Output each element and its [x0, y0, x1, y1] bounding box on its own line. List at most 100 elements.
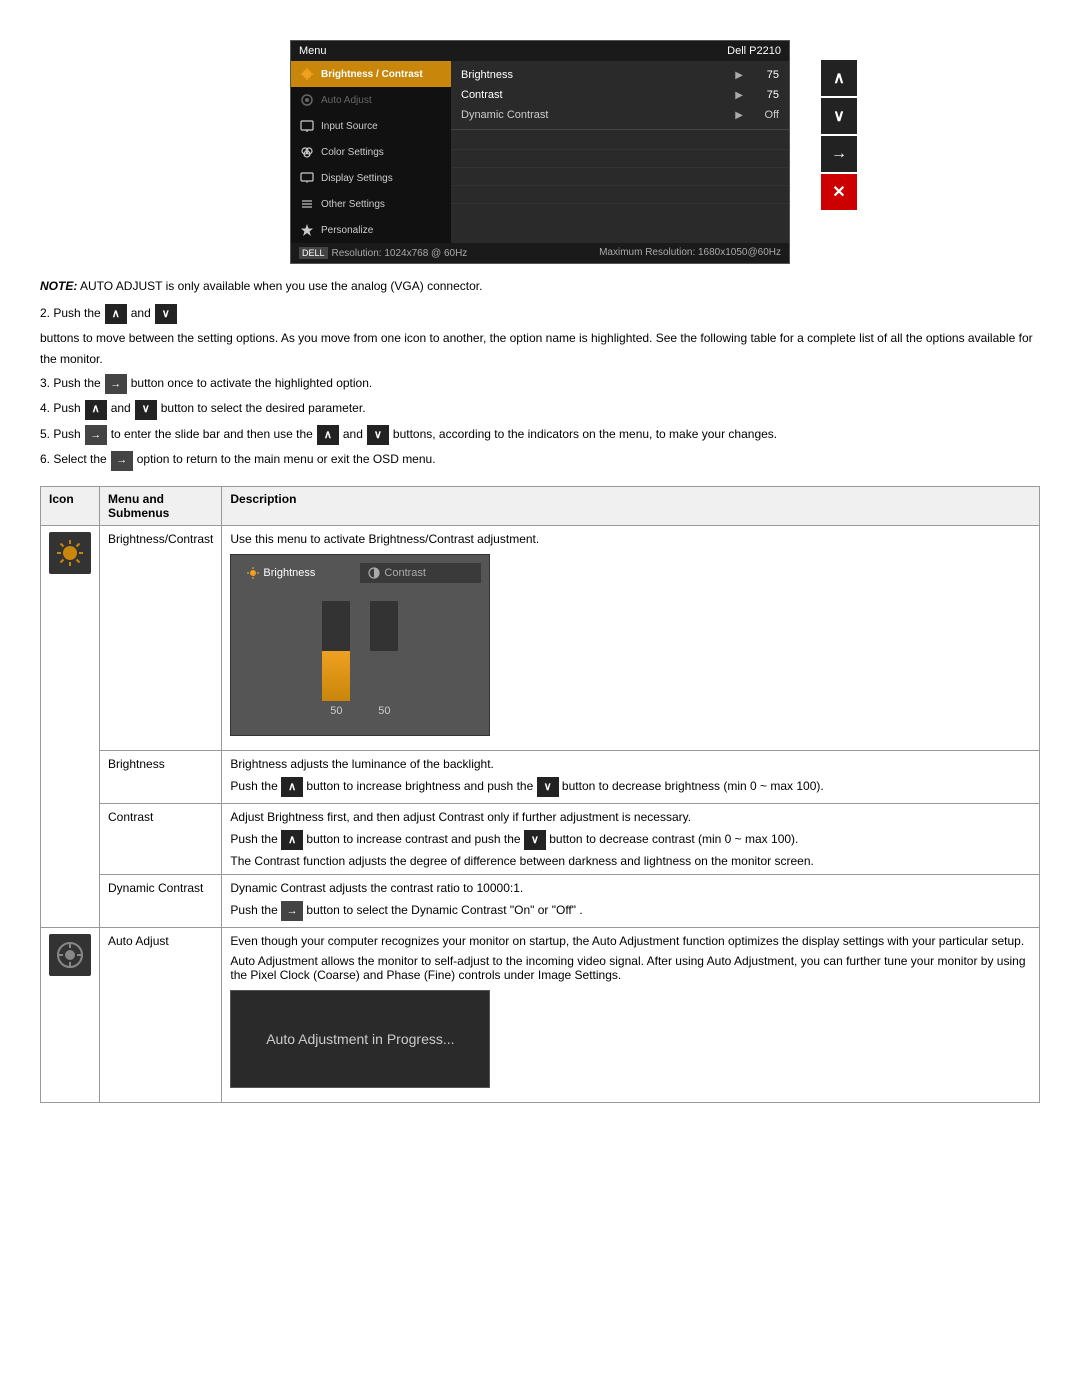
osd-menu-brightness-contrast[interactable]: Brightness / Contrast: [291, 61, 451, 87]
table-submenu-brightness-contrast: Brightness/Contrast: [100, 525, 222, 750]
contrast-slider-val: 50: [378, 705, 390, 717]
enter-button-inline-5: →: [85, 425, 107, 445]
nav-enter-button[interactable]: →: [821, 136, 857, 172]
osd-menu-input-source[interactable]: Input Source: [291, 113, 451, 139]
osd-footer-brand: DELL Resolution: 1024x768 @ 60Hz: [299, 247, 467, 259]
osd-sub-contrast[interactable]: Contrast ▶ 75: [451, 85, 789, 105]
other-settings-icon: [299, 196, 315, 212]
brightness-tab-icon: [247, 567, 259, 579]
osd-footer-right: Maximum Resolution: 1680x1050@60Hz: [599, 247, 781, 259]
table-submenu-contrast: Contrast: [100, 803, 222, 874]
osd-menu-display-settings[interactable]: Display Settings: [291, 165, 451, 191]
bc-tab-brightness-label: Brightness: [263, 567, 315, 579]
table-desc-brightness-contrast: Use this menu to activate Brightness/Con…: [222, 525, 1040, 750]
osd-menu-color-settings[interactable]: Color Settings: [291, 139, 451, 165]
osd-menu-item-label: Display Settings: [321, 173, 393, 184]
down-button-inline-4: ∨: [135, 400, 157, 420]
osd-menu-item-label: Color Settings: [321, 147, 384, 158]
osd-menu-item-label: Personalize: [321, 225, 373, 236]
instruction-2: 2. Push the ∧ and ∨ buttons to move betw…: [40, 303, 1040, 369]
instruction-2-text: buttons to move between the setting opti…: [40, 328, 1040, 369]
osd-sub-contrast-label: Contrast: [461, 89, 729, 101]
color-settings-icon: [299, 144, 315, 160]
instruction-5-num: 5. Push: [40, 424, 81, 444]
osd-footer-left: Resolution: 1024x768 @ 60Hz: [332, 248, 468, 259]
bc-desc-text: Use this menu to activate Brightness/Con…: [230, 532, 539, 546]
bc-widget-preview: Brightness Contrast: [230, 554, 490, 736]
osd-sub-dynamic-contrast[interactable]: Dynamic Contrast ▶ Off: [451, 105, 789, 125]
instruction-3-num: 3. Push the: [40, 373, 101, 393]
down-button-inline-5: ∨: [367, 425, 389, 445]
personalize-icon: [299, 222, 315, 238]
instruction-4: 4. Push ∧ and ∨ button to select the des…: [40, 398, 1040, 419]
osd-menu-other-settings[interactable]: Other Settings: [291, 191, 451, 217]
dell-brand-icon: DELL: [299, 247, 328, 259]
instruction-6-num: 6. Select the: [40, 449, 107, 469]
table-row-contrast: Contrast Adjust Brightness first, and th…: [41, 803, 1040, 874]
down-btn-contrast: ∨: [524, 830, 546, 850]
table-row-dynamic-contrast: Dynamic Contrast Dynamic Contrast adjust…: [41, 874, 1040, 927]
bc-tab-brightness: Brightness: [239, 563, 360, 583]
osd-title-left: Menu: [299, 45, 327, 57]
table-header-submenu: Menu and Submenus: [100, 486, 222, 525]
nav-exit-button[interactable]: ✕: [821, 174, 857, 210]
bc-sliders: 50 50: [239, 591, 481, 727]
nav-down-button[interactable]: ∨: [821, 98, 857, 134]
osd-sub-dynamic-contrast-val: Off: [749, 109, 779, 121]
sun-icon-svg: [55, 538, 85, 568]
instruction-6-text: option to return to the main menu or exi…: [137, 449, 436, 469]
up-button-inline-5: ∧: [317, 425, 339, 445]
brightness-slider-fill: [322, 651, 350, 701]
instruction-5-text: to enter the slide bar and then use the: [111, 424, 313, 444]
table-desc-dynamic-contrast: Dynamic Contrast adjusts the contrast ra…: [222, 874, 1040, 927]
osd-sub-dynamic-contrast-label: Dynamic Contrast: [461, 109, 729, 121]
instruction-3: 3. Push the → button once to activate th…: [40, 373, 1040, 394]
instruction-2-num: 2. Push the: [40, 303, 101, 323]
down-button-inline: ∨: [155, 304, 177, 324]
bc-tab-contrast-label: Contrast: [384, 567, 426, 579]
brightness-desc-2: Push the ∧ button to increase brightness…: [230, 777, 1031, 797]
osd-menu-personalize[interactable]: Personalize: [291, 217, 451, 243]
dynamic-contrast-desc-2: Push the → button to select the Dynamic …: [230, 901, 1031, 921]
instruction-5-and: and: [343, 424, 363, 444]
instruction-5: 5. Push → to enter the slide bar and the…: [40, 424, 1040, 445]
note-text: AUTO ADJUST is only available when you u…: [80, 279, 482, 293]
dynamic-contrast-desc-1: Dynamic Contrast adjusts the contrast ra…: [230, 881, 1031, 895]
osd-menu-item-label: Brightness / Contrast: [321, 69, 423, 80]
display-settings-icon: [299, 170, 315, 186]
osd-menu-item-label: Input Source: [321, 121, 378, 132]
monitor-osd: Menu Dell P2210 Brightness /: [290, 40, 790, 264]
brightness-contrast-icon-cell: [41, 525, 100, 927]
up-button-inline-4: ∧: [85, 400, 107, 420]
osd-nav-buttons: ∧ ∨ → ✕: [821, 60, 857, 210]
osd-sub-brightness-arrow: ▶: [735, 70, 743, 81]
osd-sub-brightness[interactable]: Brightness ▶ 75: [451, 65, 789, 85]
osd-sub-brightness-label: Brightness: [461, 69, 729, 81]
contrast-desc-2: Push the ∧ button to increase contrast a…: [230, 830, 1031, 850]
osd-footer: DELL Resolution: 1024x768 @ 60Hz Maximum…: [291, 243, 789, 263]
table-row-brightness-contrast: Brightness/Contrast Use this menu to act…: [41, 525, 1040, 750]
brightness-slider-wrap: 50: [322, 601, 350, 717]
auto-adjust-desc-1: Even though your computer recognizes you…: [230, 934, 1031, 948]
enter-button-inline-6: →: [111, 451, 133, 471]
osd-menu-item-label: Other Settings: [321, 199, 385, 210]
instruction-4-text: button to select the desired parameter.: [161, 398, 366, 418]
nav-up-button[interactable]: ∧: [821, 60, 857, 96]
down-btn-brightness: ∨: [537, 777, 559, 797]
auto-adjust-desc-2: Auto Adjustment allows the monitor to se…: [230, 954, 1031, 982]
table-desc-contrast: Adjust Brightness first, and then adjust…: [222, 803, 1040, 874]
table-desc-auto-adjust: Even though your computer recognizes you…: [222, 927, 1040, 1102]
osd-sub-contrast-arrow: ▶: [735, 90, 743, 101]
contrast-desc-3: The Contrast function adjusts the degree…: [230, 854, 1031, 868]
auto-adjust-preview-text: Auto Adjustment in Progress...: [266, 1031, 454, 1047]
table-submenu-auto-adjust: Auto Adjust: [100, 927, 222, 1102]
contrast-slider-fill: [370, 651, 398, 701]
osd-sub-contrast-val: 75: [749, 89, 779, 101]
enter-button-inline-3: →: [105, 374, 127, 394]
osd-menu-auto-adjust[interactable]: Auto Adjust: [291, 87, 451, 113]
instructions: 2. Push the ∧ and ∨ buttons to move betw…: [40, 303, 1040, 471]
table-desc-brightness: Brightness adjusts the luminance of the …: [222, 750, 1040, 803]
osd-right-panel: Brightness ▶ 75 Contrast ▶ 75 Dynamic Co…: [451, 61, 789, 243]
auto-adjust-icon-cell: [41, 927, 100, 1102]
description-table: Icon Menu and Submenus Description: [40, 486, 1040, 1103]
